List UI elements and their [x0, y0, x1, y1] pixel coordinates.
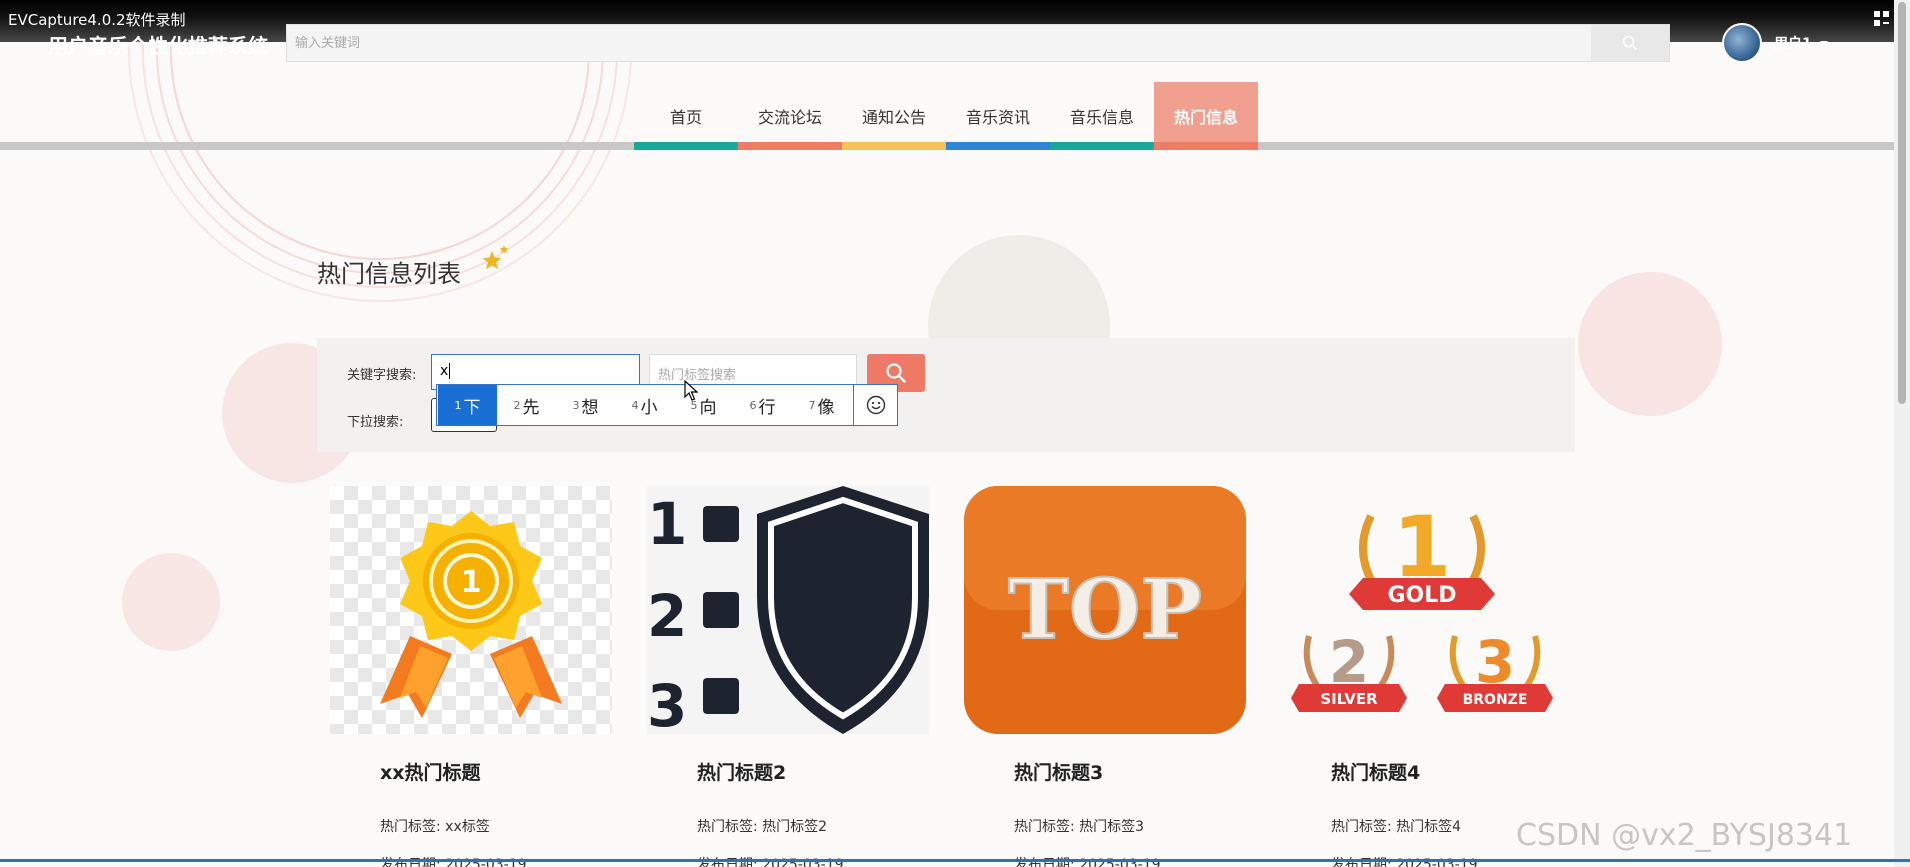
nav-item[interactable]: 热门信息	[1154, 82, 1258, 150]
ime-candidate-char: 想	[581, 397, 599, 418]
ime-candidate-char: 先	[522, 397, 540, 418]
svg-text:2: 2	[647, 582, 687, 650]
card-image[interactable]: 1	[330, 486, 612, 734]
ime-candidate[interactable]: 1下	[438, 385, 497, 425]
search-icon	[1622, 35, 1638, 51]
nav-item-label: 交流论坛	[757, 108, 822, 127]
ime-candidate-popup: 1下2先3想4小5向6行7像	[436, 384, 898, 426]
keyword-value: x	[440, 363, 449, 379]
nav-item-label: 音乐资讯	[965, 108, 1030, 127]
text-cursor	[449, 363, 451, 379]
search-icon	[886, 363, 906, 383]
hot-info-card[interactable]: 1 GOLD 2 SILVER 3 BRONZE 热门标题4 热门标签: 热门标…	[1281, 486, 1563, 867]
card-title[interactable]: 热门标题4	[1331, 758, 1420, 785]
nav-color-bar	[842, 142, 946, 150]
keyword-search-label: 关键字搜索:	[347, 368, 417, 383]
ime-candidate-number: 4	[631, 398, 639, 412]
shield-ranking-image: 1 2 3	[647, 486, 929, 734]
svg-text:1: 1	[461, 565, 482, 600]
ime-candidate-char: 小	[640, 397, 658, 418]
gold-text: GOLD	[1387, 583, 1456, 608]
background-circle	[1578, 272, 1722, 416]
ime-candidate-char: 下	[463, 397, 481, 418]
ime-candidate[interactable]: 5向	[674, 385, 733, 425]
ime-candidate-char: 像	[817, 397, 835, 418]
user-menu[interactable]: 用户1	[1722, 22, 1828, 64]
svg-text:3: 3	[647, 672, 687, 734]
card-tag: 热门标签: 热门标签4	[1331, 819, 1462, 835]
card-tag: 热门标签: 热门标签2	[697, 819, 828, 835]
recorder-title: EVCapture4.0.2软件录制	[8, 11, 186, 29]
top-badge-image: TOP	[964, 486, 1246, 734]
nav-item[interactable]: 交流论坛	[738, 82, 842, 150]
nav-item-label: 首页	[669, 108, 702, 127]
gold-silver-bronze-image: 1 GOLD 2 SILVER 3 BRONZE	[1291, 498, 1553, 712]
nav-item[interactable]: 首页	[634, 82, 738, 150]
silver-text: SILVER	[1320, 690, 1378, 708]
hot-info-card[interactable]: 1 2 3 热门标题2 热门标签: 热门标签2 发布日期: 2025-03-19	[647, 486, 929, 867]
star-icon	[482, 245, 509, 270]
nav-item-label: 热门信息	[1173, 108, 1238, 127]
gold-medal-image: 1	[380, 511, 562, 718]
emoji-button[interactable]	[853, 385, 897, 425]
scrollbar-thumb[interactable]	[1898, 2, 1906, 404]
dropdown-search-label: 下拉搜索:	[347, 415, 404, 430]
mouse-pointer-icon	[684, 380, 698, 401]
global-search-button[interactable]	[1591, 25, 1669, 61]
site-title: 用户音乐个性化推荐系统	[48, 34, 268, 58]
hot-info-card[interactable]: 1 xx热门标题 热门标签: xx标签 发布日期: 2025-03-19	[330, 486, 612, 867]
grid-menu-icon[interactable]	[1874, 11, 1890, 27]
ime-candidate-number: 7	[808, 398, 816, 412]
ime-candidate-number: 6	[749, 398, 757, 412]
nav-color-bar	[1154, 142, 1258, 150]
nav-color-bar	[738, 142, 842, 150]
background-circle	[122, 553, 220, 651]
card-title[interactable]: 热门标题3	[1014, 758, 1103, 785]
hot-info-card[interactable]: TOP 热门标题3 热门标签: 热门标签3 发布日期: 2025-03-19	[964, 486, 1246, 867]
nav-color-bar	[946, 142, 1050, 150]
bronze-text: BRONZE	[1463, 692, 1528, 708]
caret-down-icon[interactable]	[1819, 40, 1828, 46]
ime-candidate[interactable]: 4小	[615, 385, 674, 425]
nav-item[interactable]: 通知公告	[842, 82, 946, 150]
user-name[interactable]: 用户1	[1774, 33, 1812, 53]
card-title[interactable]: xx热门标题	[380, 758, 481, 785]
watermark: CSDN @vx2_BYSJ8341	[1516, 818, 1853, 853]
nav-item-label: 音乐信息	[1069, 108, 1134, 127]
card-image[interactable]: 1 2 3	[647, 486, 929, 734]
ime-candidate-char: 行	[758, 397, 776, 418]
ime-candidate-number: 3	[572, 398, 580, 412]
ime-candidate-number: 1	[454, 398, 462, 412]
nav-item[interactable]: 音乐信息	[1050, 82, 1154, 150]
smiley-icon	[866, 395, 885, 415]
ime-candidate-char: 向	[699, 397, 717, 418]
global-search-bar	[286, 24, 1670, 62]
card-image[interactable]: TOP	[964, 486, 1246, 734]
top-text: TOP	[1008, 562, 1202, 658]
card-title[interactable]: 热门标题2	[697, 758, 786, 785]
svg-text:1: 1	[647, 490, 687, 558]
page-scrollbar[interactable]	[1894, 0, 1910, 867]
nav-item[interactable]: 音乐资讯	[946, 82, 1050, 150]
ime-candidate[interactable]: 6行	[733, 385, 792, 425]
main-nav: 首页 交流论坛 通知公告 音乐资讯 音乐信息 热门信息	[634, 82, 1258, 150]
ime-candidate[interactable]: 7像	[792, 385, 851, 425]
card-image[interactable]: 1 GOLD 2 SILVER 3 BRONZE	[1281, 486, 1563, 734]
nav-color-bar	[1050, 142, 1154, 150]
card-tag: 热门标签: xx标签	[380, 819, 490, 835]
site-header: 用户音乐个性化推荐系统 用户1	[0, 0, 1910, 70]
recording-progress-line	[0, 859, 1910, 862]
page-title: 热门信息列表	[317, 260, 461, 288]
avatar[interactable]	[1722, 23, 1762, 63]
nav-item-label: 通知公告	[861, 108, 926, 127]
ime-candidate-number: 2	[513, 398, 521, 412]
nav-color-bar	[634, 142, 738, 150]
ime-candidate[interactable]: 2先	[497, 385, 556, 425]
global-search-input[interactable]	[295, 31, 1595, 55]
card-tag: 热门标签: 热门标签3	[1014, 819, 1145, 835]
ime-candidate[interactable]: 3想	[556, 385, 615, 425]
